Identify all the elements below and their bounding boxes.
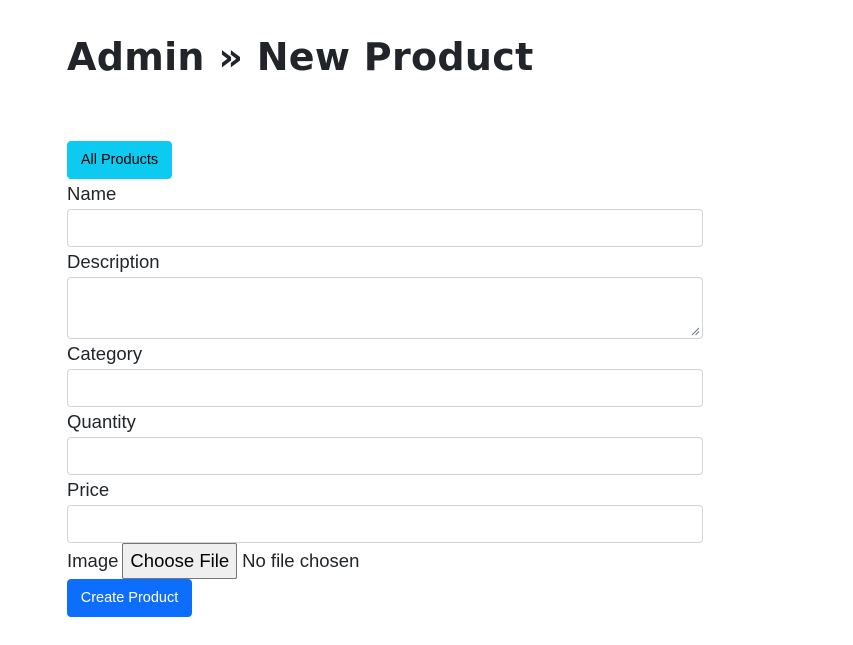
name-input[interactable] xyxy=(67,209,703,247)
category-input[interactable] xyxy=(67,369,703,407)
create-product-button[interactable]: Create Product xyxy=(67,579,192,617)
file-status: No file chosen xyxy=(242,550,360,571)
resize-grip-icon[interactable] xyxy=(691,327,700,336)
image-label: Image xyxy=(67,550,119,571)
description-label: Description xyxy=(67,251,160,272)
category-label: Category xyxy=(67,343,143,364)
quantity-input[interactable] xyxy=(67,437,703,475)
choose-file-button[interactable]: Choose File xyxy=(122,543,238,579)
all-products-button[interactable]: All Products xyxy=(67,141,172,179)
image-file-field: Image Choose File No file chosen xyxy=(67,543,359,579)
new-product-page: Admin » New Product All Products Name De… xyxy=(0,0,853,645)
name-label: Name xyxy=(67,183,117,204)
description-textarea[interactable] xyxy=(67,277,703,339)
price-input[interactable] xyxy=(67,505,703,543)
page-title: Admin » New Product xyxy=(67,35,534,79)
price-label: Price xyxy=(67,479,110,500)
quantity-label: Quantity xyxy=(67,411,136,432)
